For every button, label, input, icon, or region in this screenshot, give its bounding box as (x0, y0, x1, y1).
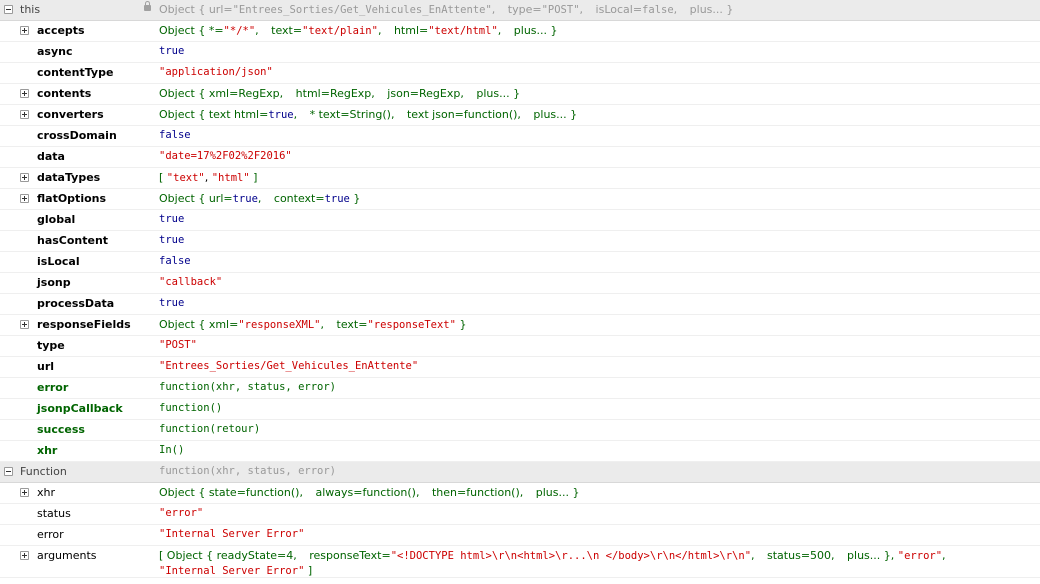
prop-row-global[interactable]: global true (0, 210, 1040, 231)
prop-row-crossDomain[interactable]: crossDomain false (0, 126, 1040, 147)
prop-value[interactable]: [ "text", "html" ] (159, 171, 257, 184)
prop-row-error-arg[interactable]: error "Internal Server Error" (0, 525, 1040, 546)
prop-name: error (37, 381, 69, 394)
prop-name: global (37, 213, 76, 226)
prop-name: jsonp (37, 276, 71, 289)
expand-toggle-icon[interactable] (20, 194, 29, 203)
prop-value[interactable]: Object { state=function(), always=functi… (159, 486, 580, 499)
expand-toggle-icon[interactable] (20, 89, 29, 98)
prop-value[interactable]: Object { url=true, context=true } (159, 192, 360, 205)
lock-icon (144, 1, 151, 11)
prop-value[interactable]: Object { *="*/*", text="text/plain", htm… (159, 24, 558, 37)
prop-row-accepts[interactable]: accepts Object { *="*/*", text="text/pla… (0, 21, 1040, 42)
scope-name: this (20, 3, 41, 16)
prop-value: false (159, 255, 191, 267)
prop-row-data[interactable]: data "date=17%2F02%2F2016" (0, 147, 1040, 168)
prop-name: crossDomain (37, 129, 117, 142)
prop-row-arguments[interactable]: arguments [ Object { readyState=4, respo… (0, 546, 1040, 578)
prop-value: "POST" (159, 339, 197, 351)
prop-value: true (159, 213, 185, 225)
prop-name: responseFields (37, 318, 131, 331)
prop-name: error (37, 528, 64, 541)
scope-row-function[interactable]: Function function(xhr, status, error) (0, 462, 1040, 483)
prop-name: jsonpCallback (37, 402, 123, 415)
prop-name: contentType (37, 66, 114, 79)
prop-name: dataTypes (37, 171, 101, 184)
scope-summary: function(xhr, status, error) (159, 465, 337, 477)
prop-row-processData[interactable]: processData true (0, 294, 1040, 315)
prop-row-dataTypes[interactable]: dataTypes [ "text", "html" ] (0, 168, 1040, 189)
prop-row-jsonp[interactable]: jsonp "callback" (0, 273, 1040, 294)
prop-row-jsonpCallback[interactable]: jsonpCallback function() (0, 399, 1040, 420)
prop-value[interactable]: In() (159, 444, 184, 456)
prop-value[interactable]: Object { text html=true, * text=String()… (159, 108, 577, 121)
prop-value: true (159, 234, 185, 246)
prop-value: "Internal Server Error" (159, 528, 305, 540)
prop-row-flatOptions[interactable]: flatOptions Object { url=true, context=t… (0, 189, 1040, 210)
prop-row-url[interactable]: url "Entrees_Sorties/Get_Vehicules_EnAtt… (0, 357, 1040, 378)
prop-name: success (37, 423, 85, 436)
prop-row-contents[interactable]: contents Object { xml=RegExp, html=RegEx… (0, 84, 1040, 105)
prop-value[interactable]: function(retour) (159, 423, 260, 435)
collapse-toggle-icon[interactable] (4, 5, 13, 14)
expand-toggle-icon[interactable] (20, 110, 29, 119)
prop-name: type (37, 339, 65, 352)
prop-name: processData (37, 297, 115, 310)
prop-row-async[interactable]: async true (0, 42, 1040, 63)
prop-row-converters[interactable]: converters Object { text html=true, * te… (0, 105, 1040, 126)
prop-name: accepts (37, 24, 85, 37)
prop-value[interactable]: [ Object { readyState=4, responseText="<… (159, 549, 946, 562)
prop-row-success[interactable]: success function(retour) (0, 420, 1040, 441)
prop-value: false (159, 129, 191, 141)
prop-row-xhr-arg[interactable]: xhr Object { state=function(), always=fu… (0, 483, 1040, 504)
prop-name: contents (37, 87, 92, 100)
prop-value: "date=17%2F02%2F2016" (159, 150, 292, 162)
prop-row-contentType[interactable]: contentType "application/json" (0, 63, 1040, 84)
prop-value: "Entrees_Sorties/Get_Vehicules_EnAttente… (159, 360, 419, 372)
scope-name: Function (20, 465, 67, 478)
prop-row-xhr[interactable]: xhr In() (0, 441, 1040, 462)
prop-row-error[interactable]: error function(xhr, status, error) (0, 378, 1040, 399)
prop-row-type[interactable]: type "POST" (0, 336, 1040, 357)
prop-value: true (159, 297, 185, 309)
expand-toggle-icon[interactable] (20, 551, 29, 560)
prop-value[interactable]: function(xhr, status, error) (159, 381, 336, 393)
prop-value: "application/json" (159, 66, 273, 78)
prop-name: converters (37, 108, 104, 121)
prop-row-responseFields[interactable]: responseFields Object { xml="responseXML… (0, 315, 1040, 336)
prop-row-status-arg[interactable]: status "error" (0, 504, 1040, 525)
prop-name: url (37, 360, 55, 373)
prop-name: async (37, 45, 73, 58)
prop-name: status (37, 507, 71, 520)
prop-row-hasContent[interactable]: hasContent true (0, 231, 1040, 252)
prop-value: "error" (159, 507, 204, 519)
expand-toggle-icon[interactable] (20, 320, 29, 329)
prop-value[interactable]: function() (159, 402, 222, 414)
scope-row-this[interactable]: this Object { url="Entrees_Sorties/Get_V… (0, 0, 1040, 21)
prop-name: data (37, 150, 65, 163)
prop-value-continued: "Internal Server Error" ] (159, 564, 313, 577)
expand-toggle-icon[interactable] (20, 488, 29, 497)
prop-value[interactable]: Object { xml=RegExp, html=RegExp, json=R… (159, 87, 520, 100)
prop-row-isLocal[interactable]: isLocal false (0, 252, 1040, 273)
prop-name: hasContent (37, 234, 109, 247)
expand-toggle-icon[interactable] (20, 26, 29, 35)
collapse-toggle-icon[interactable] (4, 467, 13, 476)
prop-name: xhr (37, 486, 56, 499)
scope-summary: Object { url="Entrees_Sorties/Get_Vehicu… (159, 3, 734, 16)
prop-value: "callback" (159, 276, 223, 288)
prop-name: flatOptions (37, 192, 107, 205)
prop-name: xhr (37, 444, 58, 457)
prop-name: isLocal (37, 255, 80, 268)
prop-value[interactable]: Object { xml="responseXML", text="respon… (159, 318, 466, 331)
expand-toggle-icon[interactable] (20, 173, 29, 182)
prop-name: arguments (37, 549, 97, 562)
prop-value: true (159, 45, 185, 57)
